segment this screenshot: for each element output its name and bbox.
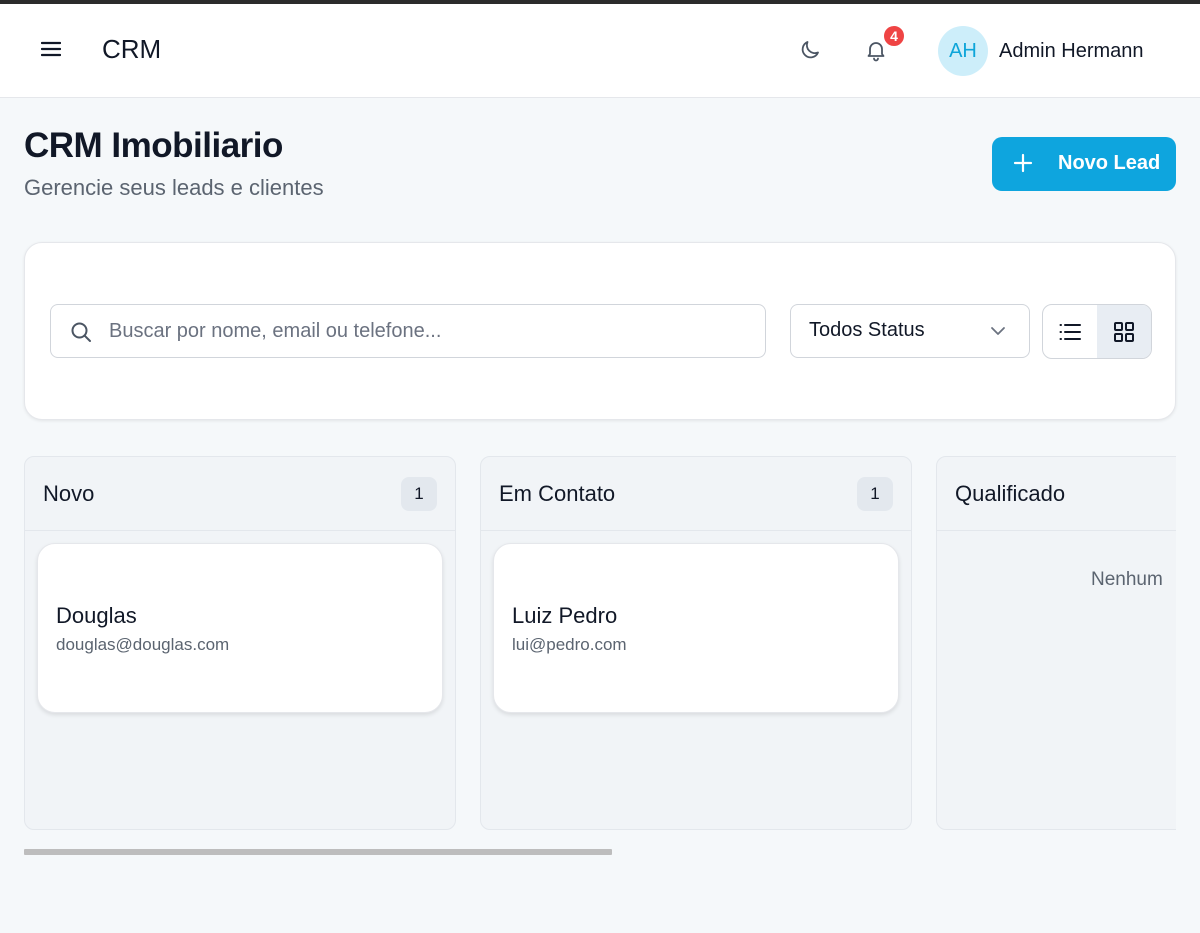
view-mode-toggle (1042, 304, 1152, 359)
page-title: CRM Imobiliario (24, 126, 283, 165)
column-count-badge: 1 (857, 477, 893, 511)
user-name: Admin Hermann (999, 39, 1144, 62)
empty-column-text: Nenhum (1091, 569, 1163, 590)
status-selected-value: Todos Status (809, 319, 925, 341)
kanban-board: Novo 1 Douglas douglas@douglas.com Em Co… (24, 456, 1176, 832)
column-title: Qualificado (955, 481, 1066, 506)
new-lead-button[interactable]: Novo Lead (992, 137, 1176, 191)
column-title: Em Contato (499, 481, 616, 506)
column-count-badge: 1 (401, 477, 437, 511)
column-header: Qualificado (937, 457, 1176, 531)
kanban-column-novo: Novo 1 Douglas douglas@douglas.com (24, 456, 456, 830)
user-menu[interactable]: AH Admin Hermann (938, 26, 1144, 76)
top-bar: CRM 4 AH Admin Hermann (0, 4, 1200, 98)
lead-email: lui@pedro.com (512, 635, 627, 654)
status-filter-select[interactable]: Todos Status (790, 304, 1030, 358)
app-title: CRM (102, 34, 162, 64)
plus-icon (1012, 152, 1034, 179)
moon-icon[interactable] (794, 34, 826, 66)
search-field[interactable] (50, 304, 766, 358)
grid-view-button[interactable] (1097, 305, 1151, 358)
lead-card[interactable]: Luiz Pedro lui@pedro.com (493, 543, 899, 713)
lead-name: Luiz Pedro (512, 603, 618, 628)
notification-count-badge: 4 (882, 24, 906, 48)
list-icon (1059, 323, 1081, 340)
list-view-button[interactable] (1043, 305, 1097, 358)
chevron-down-icon (989, 322, 1007, 345)
column-title: Novo (43, 481, 95, 506)
lead-name: Douglas (56, 603, 137, 628)
column-header: Em Contato 1 (481, 457, 911, 531)
new-lead-label: Novo Lead (1058, 152, 1161, 174)
avatar: AH (938, 26, 988, 76)
scrollbar-thumb[interactable] (24, 849, 612, 855)
hamburger-icon[interactable] (36, 34, 66, 64)
grid-icon (1114, 321, 1134, 342)
kanban-column-qualificado: Qualificado Nenhum (936, 456, 1176, 830)
search-input[interactable] (109, 315, 749, 347)
horizontal-scrollbar[interactable] (24, 848, 1176, 856)
lead-email: douglas@douglas.com (56, 635, 230, 654)
column-header: Novo 1 (25, 457, 455, 531)
filter-panel: Todos Status (24, 242, 1176, 420)
lead-card[interactable]: Douglas douglas@douglas.com (37, 543, 443, 713)
page-subtitle: Gerencie seus leads e clientes (24, 175, 324, 200)
kanban-column-em-contato: Em Contato 1 Luiz Pedro lui@pedro.com (480, 456, 912, 830)
search-icon (69, 320, 93, 349)
